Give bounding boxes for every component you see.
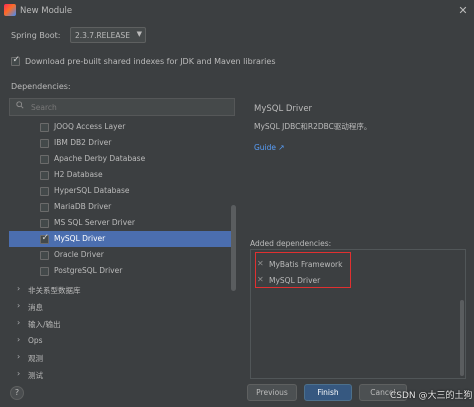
dependency-item-mysql[interactable]: ✓ MySQL Driver [9, 231, 235, 247]
dependency-label: MS SQL Server Driver [54, 218, 135, 227]
chevron-right-icon[interactable]: › [17, 369, 20, 378]
group-io[interactable]: › 输入/输出 [9, 316, 235, 332]
dependency-label: Apache Derby Database [54, 154, 146, 163]
dependency-checkbox[interactable]: ✓ [40, 233, 50, 244]
chevron-right-icon[interactable]: › [17, 352, 20, 361]
dependency-checkbox[interactable] [40, 139, 49, 148]
dependency-checkbox[interactable] [40, 187, 49, 196]
dependency-checkbox[interactable] [40, 219, 49, 228]
group-label: 测试 [28, 371, 43, 379]
dependency-item-oracle[interactable]: Oracle Driver [9, 247, 235, 263]
dependency-tree-scrollbar[interactable] [231, 205, 236, 291]
dependency-item-h2[interactable]: H2 Database [9, 167, 235, 183]
dependency-item-hypersql[interactable]: HyperSQL Database [9, 183, 235, 199]
group-ops[interactable]: › Ops [9, 333, 235, 349]
group-label: 非关系型数据库 [28, 286, 81, 295]
dependency-label: IBM DB2 Driver [54, 138, 112, 147]
dependency-checkbox[interactable] [40, 171, 49, 180]
dependency-item-postgresql[interactable]: PostgreSQL Driver [9, 263, 235, 279]
dependency-item-mariadb[interactable]: MariaDB Driver [9, 199, 235, 215]
group-label: 消息 [28, 303, 43, 312]
group-label: 输入/输出 [28, 320, 61, 329]
dependency-checkbox[interactable] [40, 251, 49, 260]
dependency-label: MariaDB Driver [54, 202, 112, 211]
dependency-item-ibm-db2[interactable]: IBM DB2 Driver [9, 135, 235, 151]
download-indexes-checkbox[interactable]: ✓ [11, 55, 21, 66]
dependency-label: H2 Database [54, 170, 103, 179]
dependency-label: HyperSQL Database [54, 186, 130, 195]
dependency-search-input[interactable]: Search [9, 98, 235, 116]
chevron-right-icon[interactable]: › [17, 284, 20, 293]
dependency-checkbox[interactable] [40, 123, 49, 132]
group-nosql[interactable]: › 非关系型数据库 [9, 282, 235, 298]
dependency-item-jooq[interactable]: JOOQ Access Layer [9, 119, 235, 135]
finish-button[interactable]: Finish [304, 384, 352, 401]
download-indexes-label: Download pre-built shared indexes for JD… [25, 57, 276, 66]
dependency-item-mssql[interactable]: MS SQL Server Driver [9, 215, 235, 231]
group-label: 观测 [28, 354, 43, 363]
dependency-tree: JOOQ Access Layer IBM DB2 Driver Apache … [9, 117, 235, 379]
added-dependencies-label: Added dependencies: [250, 239, 332, 248]
watermark-text: CSDN @大三的土狗 [390, 391, 473, 401]
detail-description: MySQL JDBC和R2DBC驱动程序。 [254, 122, 372, 131]
dependency-label: PostgreSQL Driver [54, 266, 123, 275]
detail-title: MySQL Driver [254, 104, 313, 114]
chevron-right-icon[interactable]: › [17, 318, 20, 327]
dependency-checkbox[interactable] [40, 155, 49, 164]
checkmark-icon: ✓ [12, 55, 21, 65]
dependency-label: JOOQ Access Layer [54, 122, 126, 131]
previous-button[interactable]: Previous [247, 384, 297, 401]
chevron-right-icon[interactable]: › [17, 335, 20, 344]
guide-link[interactable]: Guide ↗ [254, 143, 285, 152]
close-icon[interactable]: ✕ [456, 4, 470, 18]
group-label: Ops [28, 336, 43, 345]
dependencies-label: Dependencies: [11, 82, 71, 91]
checkmark-icon: ✓ [41, 233, 50, 243]
chevron-down-icon: ▼ [136, 30, 142, 38]
search-icon [16, 101, 24, 109]
spring-boot-label: Spring Boot: [11, 31, 61, 40]
group-observability[interactable]: › 观测 [9, 350, 235, 366]
group-testing[interactable]: › 测试 [9, 367, 235, 379]
dependency-checkbox[interactable] [40, 203, 49, 212]
dependency-item-apache-derby[interactable]: Apache Derby Database [9, 151, 235, 167]
chevron-right-icon[interactable]: › [17, 301, 20, 310]
help-button[interactable]: ? [10, 386, 24, 400]
intellij-app-icon [4, 4, 16, 16]
search-placeholder: Search [31, 103, 57, 112]
added-list-scrollbar[interactable] [460, 300, 464, 376]
dependency-label: Oracle Driver [54, 250, 104, 259]
dependency-checkbox[interactable] [40, 267, 49, 276]
group-messaging[interactable]: › 消息 [9, 299, 235, 315]
spring-boot-version-select[interactable]: 2.3.7.RELEASE ▼ [70, 27, 146, 43]
dependency-label: MySQL Driver [54, 234, 106, 243]
annotation-highlight-box [255, 252, 351, 288]
spring-boot-version-value: 2.3.7.RELEASE [75, 31, 130, 40]
window-title: New Module [20, 6, 73, 16]
